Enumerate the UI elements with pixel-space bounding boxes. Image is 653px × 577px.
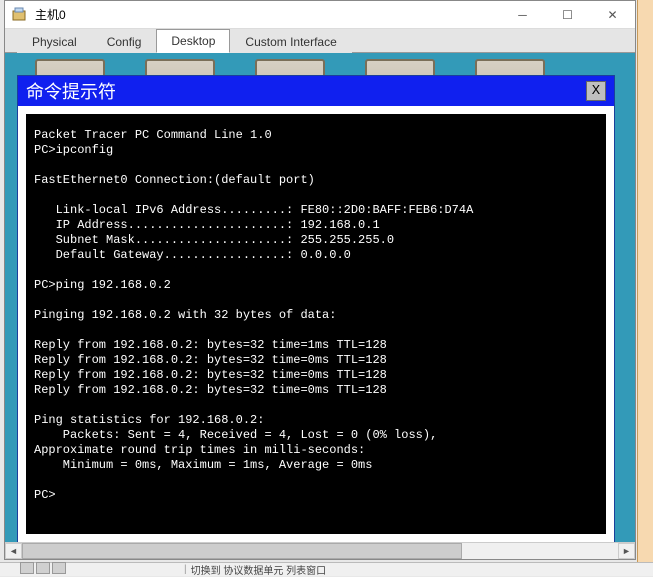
app-icon bbox=[11, 6, 29, 24]
maximize-button[interactable]: ☐ bbox=[545, 1, 590, 28]
separator-icon: | bbox=[184, 564, 187, 575]
tab-bar: Physical Config Desktop Custom Interface bbox=[5, 29, 635, 53]
tab-desktop[interactable]: Desktop bbox=[156, 29, 230, 53]
minimize-button[interactable]: ─ bbox=[500, 1, 545, 28]
terminal-output[interactable]: Packet Tracer PC Command Line 1.0 PC>ipc… bbox=[26, 114, 606, 534]
status-bar: | 切换到 协议数据单元 列表窗口 bbox=[0, 562, 653, 576]
status-icons bbox=[20, 562, 80, 576]
command-prompt-close-button[interactable]: X bbox=[586, 81, 606, 101]
scroll-right-button[interactable]: ► bbox=[618, 543, 635, 559]
horizontal-scrollbar: ◄ ► bbox=[5, 542, 635, 559]
scroll-left-button[interactable]: ◄ bbox=[5, 543, 22, 559]
command-prompt-titlebar: 命令提示符 X bbox=[18, 76, 614, 106]
command-prompt-title: 命令提示符 bbox=[26, 78, 586, 104]
window-controls: ─ ☐ ✕ bbox=[500, 1, 635, 28]
scroll-track[interactable] bbox=[22, 543, 618, 559]
status-text: 切换到 协议数据单元 列表窗口 bbox=[191, 562, 327, 577]
titlebar: 主机0 ─ ☐ ✕ bbox=[5, 1, 635, 29]
main-window: 主机0 ─ ☐ ✕ Physical Config Desktop Custom… bbox=[4, 0, 636, 560]
window-title: 主机0 bbox=[35, 6, 500, 23]
status-icon[interactable] bbox=[36, 562, 50, 574]
scroll-thumb[interactable] bbox=[22, 543, 462, 559]
status-icon[interactable] bbox=[20, 562, 34, 574]
tab-config[interactable]: Config bbox=[92, 30, 157, 53]
command-prompt-window: 命令提示符 X Packet Tracer PC Command Line 1.… bbox=[17, 75, 615, 543]
close-button[interactable]: ✕ bbox=[590, 1, 635, 28]
background-right-strip bbox=[637, 0, 653, 576]
tab-physical[interactable]: Physical bbox=[17, 30, 92, 53]
desktop-area: 命令提示符 X Packet Tracer PC Command Line 1.… bbox=[5, 53, 635, 559]
tab-custom-interface[interactable]: Custom Interface bbox=[230, 30, 351, 53]
status-icon[interactable] bbox=[52, 562, 66, 574]
